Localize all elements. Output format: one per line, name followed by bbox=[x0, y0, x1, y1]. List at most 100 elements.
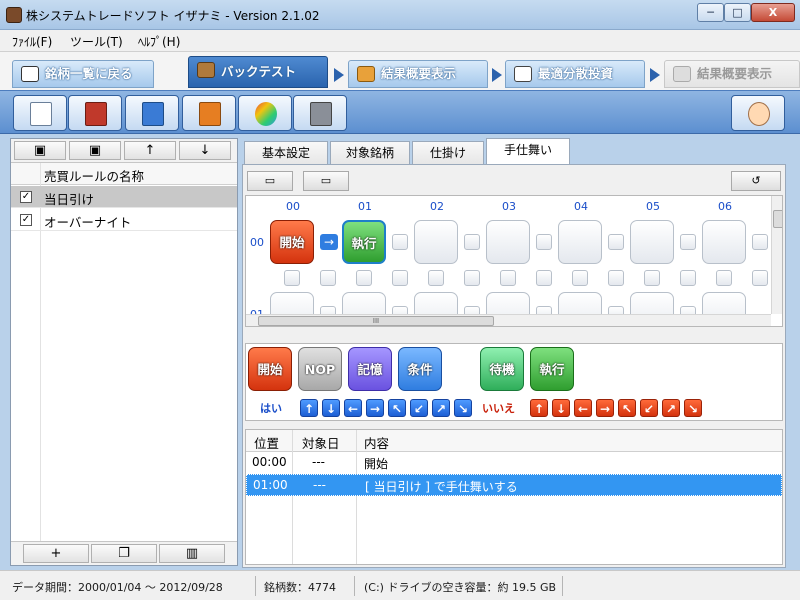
menu-tools[interactable]: ツール(T) bbox=[70, 33, 123, 50]
grid-cell[interactable] bbox=[630, 220, 674, 264]
menu-file[interactable]: ﾌｧｲﾙ(F) bbox=[12, 33, 52, 50]
undo-icon: ↺ bbox=[751, 174, 761, 187]
tab-backtest[interactable]: バックテスト bbox=[188, 56, 328, 88]
no-up-button[interactable]: ↑ bbox=[530, 399, 548, 417]
no-down-button[interactable]: ↓ bbox=[552, 399, 570, 417]
close-button[interactable]: X bbox=[751, 3, 795, 22]
scroll-thumb[interactable] bbox=[773, 210, 782, 228]
help-button[interactable] bbox=[731, 95, 785, 131]
delete-rule-button[interactable]: ▥ bbox=[159, 544, 225, 563]
palette-condition-button[interactable]: 条件 bbox=[398, 347, 442, 391]
grid-node-exec[interactable]: 執行 bbox=[342, 220, 386, 264]
no-down-right-button[interactable]: ↘ bbox=[684, 399, 702, 417]
grid-connector[interactable] bbox=[608, 234, 624, 250]
tab-entry[interactable]: 仕掛け bbox=[412, 141, 484, 165]
grid-cell[interactable] bbox=[558, 220, 602, 264]
palette-nop-button[interactable]: NOP bbox=[298, 347, 342, 391]
no-down-left-button[interactable]: ↙ bbox=[640, 399, 658, 417]
grid-connector[interactable] bbox=[680, 270, 696, 286]
new-button[interactable] bbox=[13, 95, 67, 131]
add-rule-button[interactable]: + bbox=[23, 544, 89, 563]
grid-cell[interactable] bbox=[486, 220, 530, 264]
grid-connector[interactable] bbox=[428, 270, 444, 286]
no-up-right-button[interactable]: ↗ bbox=[662, 399, 680, 417]
grid-connector[interactable] bbox=[752, 270, 768, 286]
rule-row[interactable]: ✓ 当日引け bbox=[11, 186, 237, 208]
table-row[interactable]: 00:00 --- 開始 bbox=[246, 452, 782, 474]
save-as-button[interactable]: ▣ bbox=[69, 141, 121, 160]
grid-connector[interactable] bbox=[356, 270, 372, 286]
rule-checkbox[interactable]: ✓ bbox=[20, 214, 32, 226]
palette-start-button[interactable]: 開始 bbox=[248, 347, 292, 391]
move-up-button[interactable]: ↑ bbox=[124, 141, 176, 160]
calc-button[interactable] bbox=[68, 95, 122, 131]
scroll-thumb[interactable]: III bbox=[258, 316, 494, 326]
grid-node-start[interactable]: 開始 bbox=[270, 220, 314, 264]
grid-connector[interactable] bbox=[392, 270, 408, 286]
column-divider bbox=[292, 430, 293, 564]
import-button[interactable] bbox=[182, 95, 236, 131]
status-bar: データ期間：2000/01/04 〜 2012/09/28 銘柄数：4774 (… bbox=[0, 570, 800, 600]
grid-connector[interactable] bbox=[500, 270, 516, 286]
yes-up-right-button[interactable]: ↗ bbox=[432, 399, 450, 417]
tab-stock-list[interactable]: 銘柄一覧に戻る bbox=[12, 60, 154, 88]
rule-checkbox[interactable]: ✓ bbox=[20, 191, 32, 203]
maximize-button[interactable]: □ bbox=[724, 3, 751, 22]
palette-exec-button[interactable]: 執行 bbox=[530, 347, 574, 391]
save-button[interactable]: ▣ bbox=[14, 141, 66, 160]
tools-button[interactable] bbox=[293, 95, 347, 131]
grid-connector[interactable] bbox=[536, 270, 552, 286]
menu-help[interactable]: ﾍﾙﾌﾟ(H) bbox=[138, 33, 180, 50]
tab-basic-settings[interactable]: 基本設定 bbox=[244, 141, 328, 165]
minimize-button[interactable]: ─ bbox=[697, 3, 724, 22]
table-row[interactable]: 01:00 --- [ 当日引け ] で手仕舞いする bbox=[246, 474, 782, 496]
grid-connector[interactable] bbox=[320, 270, 336, 286]
log-content: 開始 bbox=[364, 457, 389, 471]
grid-connector[interactable] bbox=[392, 234, 408, 250]
grid-connector[interactable] bbox=[572, 270, 588, 286]
grid-connector[interactable] bbox=[464, 234, 480, 250]
no-right-button[interactable]: → bbox=[596, 399, 614, 417]
main-tab-strip: 銘柄一覧に戻る バックテスト 結果概要表示 最適分散投資 結果概要表示 bbox=[0, 52, 800, 90]
tab-result-summary[interactable]: 結果概要表示 bbox=[348, 60, 488, 88]
grid-save-button[interactable]: ▭ bbox=[247, 171, 293, 191]
yes-up-left-button[interactable]: ↖ bbox=[388, 399, 406, 417]
palette-wait-button[interactable]: 待機 bbox=[480, 347, 524, 391]
palette-button[interactable] bbox=[238, 95, 292, 131]
log-position: 00:00 bbox=[252, 455, 287, 469]
grid-connector[interactable] bbox=[284, 270, 300, 286]
grid-cell[interactable] bbox=[702, 220, 746, 264]
tab-target-stocks[interactable]: 対象銘柄 bbox=[330, 141, 410, 165]
tab-label: 銘柄一覧に戻る bbox=[45, 66, 133, 81]
rule-row[interactable]: ✓ オーバーナイト bbox=[11, 209, 237, 231]
tab-optimal-investment[interactable]: 最適分散投資 bbox=[505, 60, 645, 88]
tab-result-summary-2[interactable]: 結果概要表示 bbox=[664, 60, 800, 88]
grid-load-button[interactable]: ▭ bbox=[303, 171, 349, 191]
yes-down-right-button[interactable]: ↘ bbox=[454, 399, 472, 417]
grid-connector[interactable] bbox=[680, 234, 696, 250]
yes-down-button[interactable]: ↓ bbox=[322, 399, 340, 417]
grid-connector[interactable] bbox=[608, 270, 624, 286]
undo-button[interactable]: ↺ bbox=[731, 171, 781, 191]
yes-left-button[interactable]: ← bbox=[344, 399, 362, 417]
grid-cell[interactable] bbox=[414, 220, 458, 264]
no-up-left-button[interactable]: ↖ bbox=[618, 399, 636, 417]
yes-right-button[interactable]: → bbox=[366, 399, 384, 417]
grid-horizontal-scrollbar[interactable]: III bbox=[246, 314, 771, 326]
yes-down-left-button[interactable]: ↙ bbox=[410, 399, 428, 417]
no-left-button[interactable]: ← bbox=[574, 399, 592, 417]
move-down-button[interactable]: ↓ bbox=[179, 141, 231, 160]
copy-rule-button[interactable]: ❐ bbox=[91, 544, 157, 563]
palette-memory-button[interactable]: 記憶 bbox=[348, 347, 392, 391]
grid-connector[interactable] bbox=[536, 234, 552, 250]
yes-up-button[interactable]: ↑ bbox=[300, 399, 318, 417]
log-header-position: 位置 bbox=[254, 436, 280, 451]
grid-connector[interactable] bbox=[752, 234, 768, 250]
tab-exit[interactable]: 手仕舞い bbox=[486, 138, 570, 165]
grid-connector[interactable] bbox=[464, 270, 480, 286]
grid-connector[interactable] bbox=[644, 270, 660, 286]
arrow-up-icon: ↑ bbox=[144, 143, 156, 158]
grid-connector[interactable] bbox=[716, 270, 732, 286]
export-button[interactable] bbox=[125, 95, 179, 131]
grid-vertical-scrollbar[interactable] bbox=[771, 196, 782, 314]
